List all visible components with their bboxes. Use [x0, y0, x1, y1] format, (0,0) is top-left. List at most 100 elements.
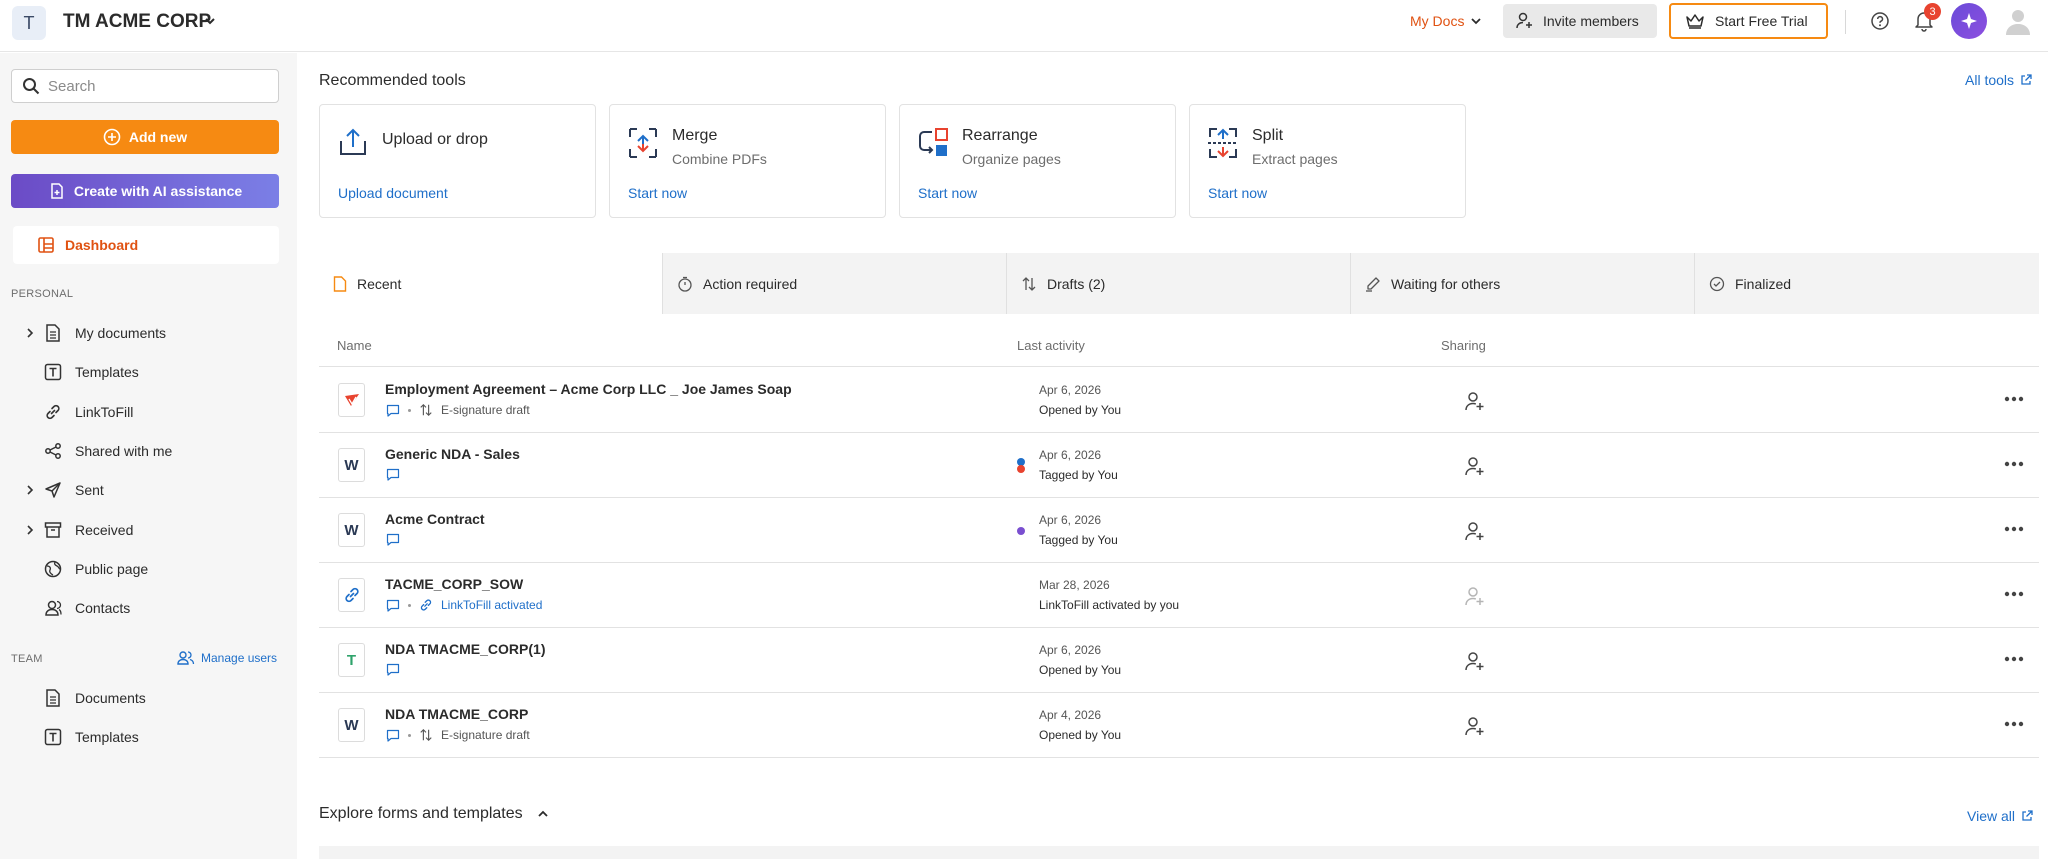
document-icon [333, 275, 347, 292]
chevron-right-icon[interactable] [19, 328, 41, 338]
sidebar-item-linktofill[interactable]: LinkToFill [0, 396, 297, 428]
start-now-link[interactable]: Start now [1208, 185, 1267, 201]
column-header-name[interactable]: Name [337, 338, 372, 353]
tab-action-required[interactable]: Action required [663, 253, 1007, 314]
template-icon [43, 363, 63, 381]
table-row[interactable]: W Generic NDA - Sales Apr 6, 2026 Tagged… [319, 433, 2039, 498]
merge-icon [628, 127, 658, 159]
document-name[interactable]: Generic NDA - Sales [385, 446, 520, 462]
more-options-icon[interactable] [2004, 396, 2024, 402]
chevron-up-icon[interactable] [537, 808, 549, 820]
add-new-label: Add new [128, 129, 188, 145]
explore-forms-header[interactable]: Explore forms and templates [319, 805, 549, 823]
comment-icon[interactable] [386, 663, 400, 676]
sidebar-item-templates[interactable]: Templates [0, 356, 297, 388]
add-user-icon[interactable] [1464, 585, 1486, 607]
sidebar-item-shared-with-me[interactable]: Shared with me [0, 435, 297, 467]
pen-icon [1366, 276, 1380, 292]
org-avatar[interactable]: T [12, 6, 46, 40]
sidebar-item-received[interactable]: Received [0, 514, 297, 546]
tool-card-upload[interactable]: Upload or drop Upload document [319, 104, 596, 218]
view-all-link[interactable]: View all [1967, 808, 2033, 824]
add-new-button[interactable]: Add new [11, 120, 279, 154]
sort-icon [420, 728, 432, 742]
all-tools-link[interactable]: All tools [1965, 72, 2032, 88]
upload-document-link[interactable]: Upload document [338, 185, 448, 201]
explore-templates-strip [319, 846, 2039, 859]
comment-icon[interactable] [386, 599, 400, 612]
tool-card-split[interactable]: Split Extract pages Start now [1189, 104, 1466, 218]
search-input[interactable] [48, 77, 268, 95]
sidebar-item-public-page[interactable]: Public page [0, 553, 297, 585]
separator-dot [408, 603, 411, 607]
tab-drafts[interactable]: Drafts (2) [1007, 253, 1351, 314]
create-with-ai-button[interactable]: Create with AI assistance [11, 174, 279, 208]
tab-recent[interactable]: Recent [319, 253, 663, 314]
more-options-icon[interactable] [2004, 461, 2024, 467]
tab-finalized[interactable]: Finalized [1695, 253, 2039, 314]
table-row[interactable]: Employment Agreement – Acme Corp LLC _ J… [319, 368, 2039, 433]
table-row[interactable]: W Acme Contract Apr 6, 2026 Tagged by Yo… [319, 498, 2039, 563]
start-free-trial-button[interactable]: Start Free Trial [1669, 3, 1828, 39]
chevron-down-icon[interactable] [203, 14, 217, 28]
chevron-right-icon[interactable] [19, 525, 41, 535]
comment-icon[interactable] [386, 468, 400, 481]
start-now-link[interactable]: Start now [918, 185, 977, 201]
crown-icon [1686, 14, 1704, 29]
document-name[interactable]: NDA TMACME_CORP [385, 706, 528, 722]
table-row[interactable]: TACME_CORP_SOW LinkToFill activated Mar … [319, 563, 2039, 628]
column-header-last-activity[interactable]: Last activity [1017, 338, 1085, 353]
my-docs-dropdown[interactable]: My Docs [1410, 13, 1482, 29]
tab-waiting-for-others[interactable]: Waiting for others [1351, 253, 1695, 314]
add-user-icon[interactable] [1464, 390, 1486, 412]
document-name[interactable]: Acme Contract [385, 511, 485, 527]
sidebar-item-my-documents[interactable]: My documents [0, 317, 297, 349]
sidebar-item-team-documents[interactable]: Documents [0, 682, 297, 714]
sidebar-item-dashboard[interactable]: Dashboard [13, 226, 279, 264]
start-now-link[interactable]: Start now [628, 185, 687, 201]
users-icon [177, 651, 195, 665]
invite-members-button[interactable]: Invite members [1503, 4, 1657, 38]
chevron-right-icon[interactable] [19, 485, 41, 495]
activity-date: Apr 6, 2026 [1039, 643, 1102, 657]
activity-text: Opened by You [1039, 728, 1122, 742]
more-options-icon[interactable] [2004, 526, 2024, 532]
comment-icon[interactable] [386, 533, 400, 546]
more-options-icon[interactable] [2004, 591, 2024, 597]
more-options-icon[interactable] [2004, 656, 2024, 662]
document-meta: E-signature draft [386, 403, 530, 417]
search-field[interactable] [11, 69, 279, 103]
user-avatar-icon[interactable] [2002, 5, 2034, 37]
document-icon [43, 689, 63, 707]
comment-icon[interactable] [386, 729, 400, 742]
template-file-icon: T [338, 643, 365, 677]
separator-dot [408, 408, 411, 412]
add-user-icon[interactable] [1464, 520, 1486, 542]
more-options-icon[interactable] [2004, 721, 2024, 727]
document-name[interactable]: Employment Agreement – Acme Corp LLC _ J… [385, 381, 792, 397]
sidebar-item-contacts[interactable]: Contacts [0, 592, 297, 624]
table-row[interactable]: W NDA TMACME_CORP E-signature draft Apr … [319, 693, 2039, 758]
comment-icon[interactable] [386, 404, 400, 417]
tool-subtitle: Organize pages [962, 151, 1061, 167]
main-content: Recommended tools All tools Upload or dr… [297, 53, 2048, 859]
document-name[interactable]: NDA TMACME_CORP(1) [385, 641, 545, 657]
sidebar-item-sent[interactable]: Sent [0, 474, 297, 506]
ai-assistant-icon[interactable] [1951, 3, 1987, 39]
add-user-icon[interactable] [1464, 455, 1486, 477]
help-icon[interactable] [1870, 11, 1890, 31]
timer-icon [678, 276, 692, 292]
divider [1845, 10, 1846, 34]
tool-card-rearrange[interactable]: Rearrange Organize pages Start now [899, 104, 1176, 218]
document-name[interactable]: TACME_CORP_SOW [385, 576, 523, 592]
document-meta [386, 468, 400, 481]
add-user-icon[interactable] [1464, 650, 1486, 672]
tool-card-merge[interactable]: Merge Combine PDFs Start now [609, 104, 886, 218]
org-name[interactable]: TM ACME CORP [63, 11, 211, 33]
manage-users-link[interactable]: Manage users [177, 650, 277, 666]
sidebar-item-team-templates[interactable]: Templates [0, 721, 297, 753]
table-row[interactable]: T NDA TMACME_CORP(1) Apr 6, 2026 Opened … [319, 628, 2039, 693]
activity-text: Opened by You [1039, 403, 1122, 417]
linktofill-status[interactable]: LinkToFill activated [441, 598, 542, 612]
add-user-icon[interactable] [1464, 715, 1486, 737]
